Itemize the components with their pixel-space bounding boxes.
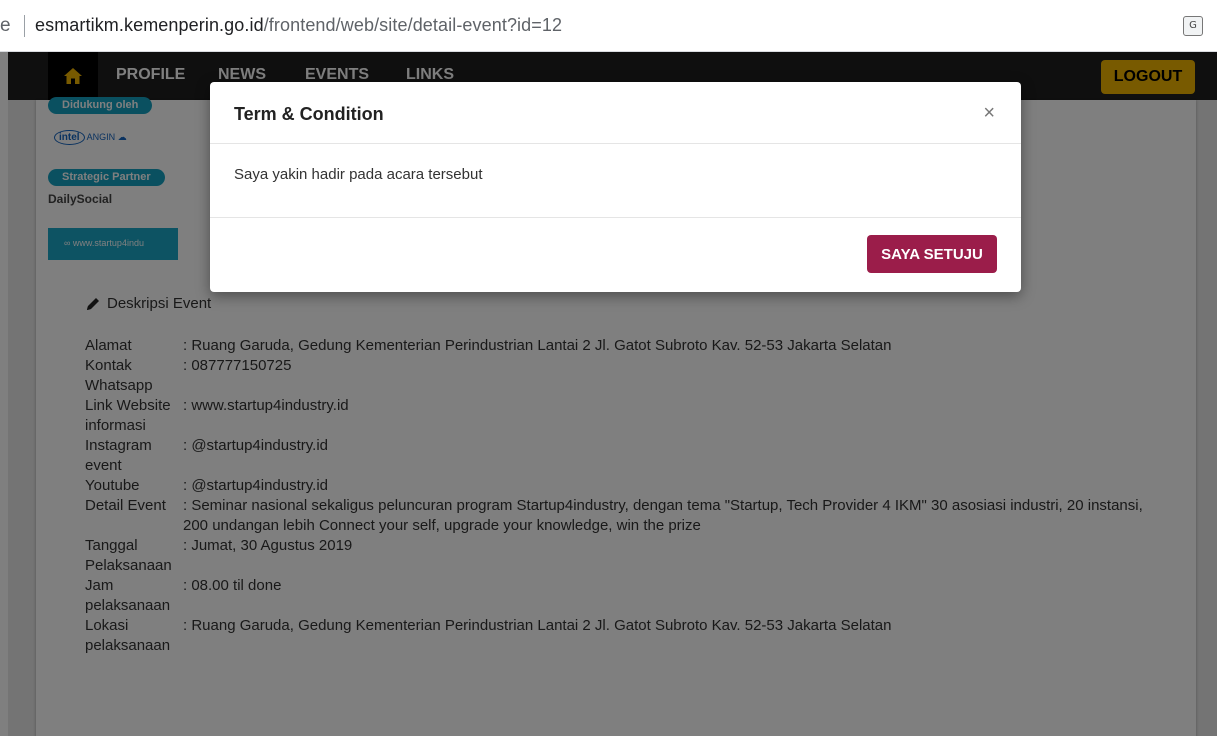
- address-url[interactable]: esmartikm.kemenperin.go.id/frontend/web/…: [35, 15, 562, 36]
- modal-footer: SAYA SETUJU: [210, 218, 1021, 292]
- address-separator: [24, 14, 25, 37]
- url-host: esmartikm.kemenperin.go.id: [35, 15, 264, 35]
- terms-modal: Term & Condition × Saya yakin hadir pada…: [210, 82, 1021, 292]
- modal-body-text: Saya yakin hadir pada acara tersebut: [234, 166, 483, 183]
- url-path: /frontend/web/site/detail-event?id=12: [263, 15, 563, 35]
- address-prefix: e: [0, 14, 11, 36]
- agree-button[interactable]: SAYA SETUJU: [867, 235, 997, 273]
- browser-address-bar[interactable]: e esmartikm.kemenperin.go.id/frontend/we…: [0, 0, 1217, 52]
- modal-body: Saya yakin hadir pada acara tersebut: [210, 144, 1021, 218]
- translate-icon[interactable]: G: [1183, 16, 1203, 36]
- modal-header: Term & Condition ×: [210, 82, 1021, 144]
- close-icon[interactable]: ×: [983, 102, 995, 125]
- modal-title: Term & Condition: [234, 104, 384, 124]
